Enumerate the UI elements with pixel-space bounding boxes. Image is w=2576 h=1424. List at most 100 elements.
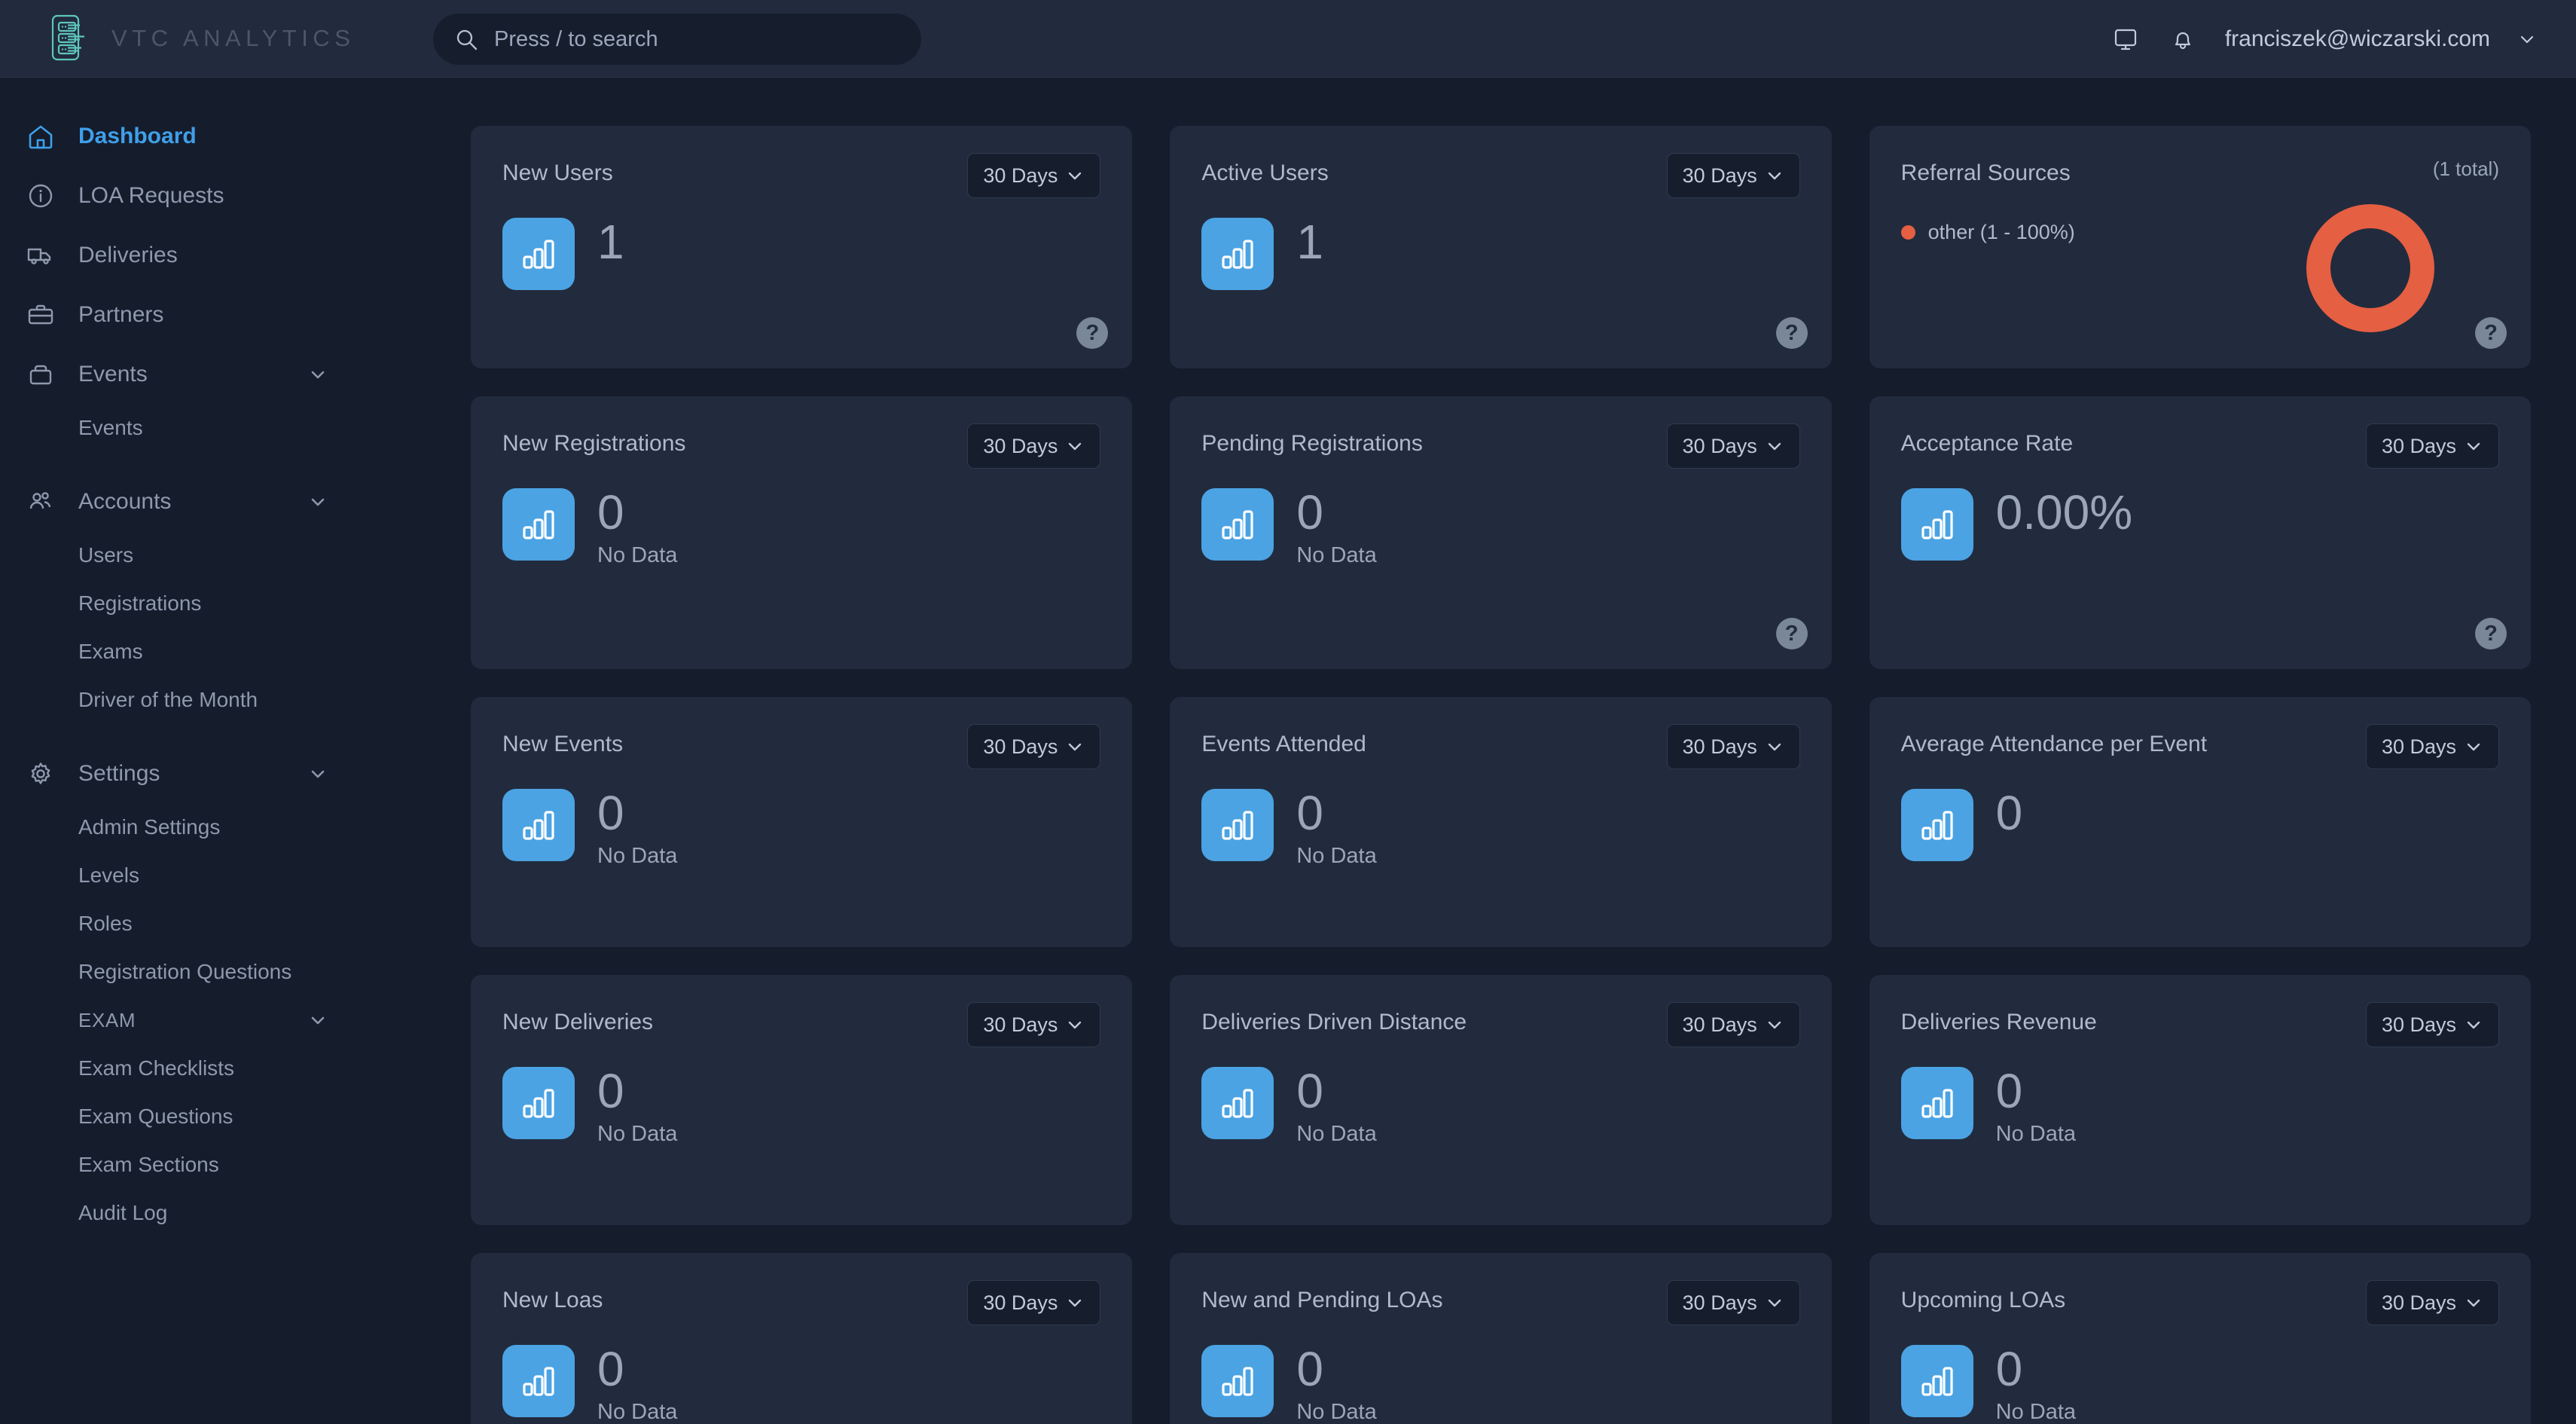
date-range-dropdown[interactable]: 30 Days (1666, 423, 1800, 469)
date-range-dropdown[interactable]: 30 Days (2365, 724, 2499, 769)
sidebar-item-dashboard[interactable]: Dashboard (0, 106, 429, 166)
date-range-dropdown[interactable]: 30 Days (1666, 153, 1800, 198)
metric-value: 0 (1296, 485, 1323, 539)
sidebar-item-label: Exam Sections (78, 1153, 219, 1176)
card-metric: 0.00% (1900, 487, 2499, 561)
date-range-value: 30 Days (983, 1013, 1058, 1036)
chevron-down-icon[interactable] (307, 491, 328, 512)
sidebar-item-registrations[interactable]: Registrations (0, 579, 429, 628)
stat-card-acceptance-rate: Acceptance Rate 30 Days 0.00%? (1869, 396, 2531, 669)
date-range-value: 30 Days (1682, 163, 1757, 187)
card-metric: 0 No Data (1201, 485, 1799, 568)
card-metric: 0 (1900, 788, 2499, 861)
sidebar-item-users[interactable]: Users (0, 531, 429, 579)
date-range-value: 30 Days (2381, 1013, 2457, 1036)
sidebar-item-events-child[interactable]: Events (0, 404, 429, 452)
card-header: Average Attendance per Event 30 Days (1901, 724, 2499, 769)
no-data-label: No Data (597, 844, 678, 869)
sidebar-item-exams[interactable]: Exams (0, 628, 429, 676)
date-range-value: 30 Days (2381, 1291, 2457, 1314)
card-header: Deliveries Revenue 30 Days (1901, 1002, 2499, 1047)
chevron-down-icon (2464, 1015, 2483, 1034)
sidebar-item-label: Exams (78, 640, 143, 663)
metric-text: 0 No Data (1296, 1066, 1376, 1147)
date-range-dropdown[interactable]: 30 Days (1666, 1002, 1800, 1047)
sidebar-item-exam-sections[interactable]: Exam Sections (0, 1141, 429, 1189)
stat-card-new-loas: New Loas 30 Days 0 No Data (471, 1253, 1133, 1424)
sidebar-divider-spacer (0, 452, 429, 472)
sidebar-item-exam-group[interactable]: EXAM (0, 996, 429, 1044)
date-range-dropdown[interactable]: 30 Days (1666, 724, 1800, 769)
sidebar-item-accounts[interactable]: Accounts (0, 472, 429, 531)
chevron-down-icon[interactable] (307, 364, 328, 385)
card-header: New Users 30 Days (502, 153, 1101, 198)
card-title: Deliveries Revenue (1900, 1010, 2097, 1034)
card-metric: 0 No Data (502, 1344, 1100, 1424)
bar-chart-icon (1900, 789, 1973, 861)
sidebar-item-exam-checklists[interactable]: Exam Checklists (0, 1044, 429, 1092)
date-range-dropdown[interactable]: 30 Days (2365, 1280, 2499, 1325)
sidebar-item-audit-log[interactable]: Audit Log (0, 1189, 429, 1237)
sidebar-item-label: Users (78, 543, 134, 567)
help-icon[interactable]: ? (1775, 618, 1808, 649)
sidebar-item-roles[interactable]: Roles (0, 900, 429, 948)
chevron-down-icon (1765, 1015, 1784, 1034)
stat-card-new-and-pending-loas: New and Pending LOAs 30 Days 0 No Data (1170, 1253, 1832, 1424)
date-range-dropdown[interactable]: 30 Days (967, 1280, 1101, 1325)
chevron-down-icon[interactable] (307, 1010, 328, 1031)
help-icon[interactable]: ? (1775, 317, 1808, 349)
user-email-label[interactable]: franciszek@wiczarski.com (2225, 26, 2490, 52)
sidebar-item-deliveries[interactable]: Deliveries (0, 225, 429, 285)
bar-chart-icon (1201, 789, 1274, 861)
sidebar-item-label: Exam Questions (78, 1105, 233, 1128)
metric-text: 0 No Data (597, 788, 678, 869)
sidebar-item-levels[interactable]: Levels (0, 851, 429, 900)
monitor-icon[interactable] (2111, 24, 2141, 54)
metric-text: 0 No Data (1995, 1344, 2077, 1424)
sidebar-item-label: Audit Log (78, 1201, 168, 1224)
sidebar-item-label: Registrations (78, 591, 202, 615)
sidebar-item-settings[interactable]: Settings (0, 744, 429, 803)
referral-total-label: (1 total) (2432, 157, 2499, 180)
search-bar[interactable] (433, 14, 921, 65)
chevron-down-icon[interactable] (307, 763, 328, 784)
card-title: New Loas (502, 1288, 603, 1312)
app-logo[interactable]: VTC ANALYTICS (0, 0, 429, 78)
date-range-dropdown[interactable]: 30 Days (967, 423, 1101, 469)
date-range-dropdown[interactable]: 30 Days (2365, 1002, 2499, 1047)
sidebar-item-registration-questions[interactable]: Registration Questions (0, 948, 429, 996)
sidebar-item-partners[interactable]: Partners (0, 285, 429, 344)
sidebar-item-driver-of-the-month[interactable]: Driver of the Month (0, 676, 429, 724)
search-input[interactable] (494, 26, 871, 52)
no-data-label: No Data (1995, 1400, 2077, 1424)
sidebar-item-events[interactable]: Events (0, 344, 429, 404)
date-range-dropdown[interactable]: 30 Days (967, 1002, 1101, 1047)
chevron-down-icon (1065, 1293, 1085, 1312)
help-icon[interactable]: ? (2474, 618, 2507, 649)
sidebar-item-exam-questions[interactable]: Exam Questions (0, 1092, 429, 1141)
date-range-dropdown[interactable]: 30 Days (1666, 1280, 1800, 1325)
metric-value: 0 (1995, 1064, 2023, 1118)
sidebar-item-label: Roles (78, 912, 133, 935)
sidebar-item-label: Settings (78, 760, 160, 786)
bell-icon[interactable] (2168, 24, 2198, 54)
sidebar-item-admin-settings[interactable]: Admin Settings (0, 803, 429, 851)
date-range-value: 30 Days (1682, 1291, 1757, 1314)
date-range-dropdown[interactable]: 30 Days (967, 724, 1101, 769)
chevron-down-icon[interactable] (2517, 29, 2537, 49)
document-lines-icon (47, 11, 101, 66)
metric-value: 1 (597, 215, 624, 269)
sidebar-item-loa-requests[interactable]: LOA Requests (0, 166, 429, 225)
card-metric: 0 No Data (1201, 788, 1799, 869)
legend-label: other (1 - 100%) (1927, 221, 2075, 243)
metric-text: 0 No Data (597, 487, 677, 568)
date-range-value: 30 Days (983, 735, 1058, 758)
no-data-label: No Data (1296, 844, 1377, 869)
stat-card-pending-registrations: Pending Registrations 30 Days 0 No Data? (1170, 396, 1832, 669)
card-metric: 0 No Data (1201, 1344, 1799, 1424)
help-icon[interactable]: ? (1076, 317, 1109, 349)
help-icon[interactable]: ? (2474, 317, 2507, 349)
date-range-dropdown[interactable]: 30 Days (967, 153, 1101, 198)
info-circle-icon (24, 179, 57, 212)
date-range-dropdown[interactable]: 30 Days (2365, 423, 2499, 469)
